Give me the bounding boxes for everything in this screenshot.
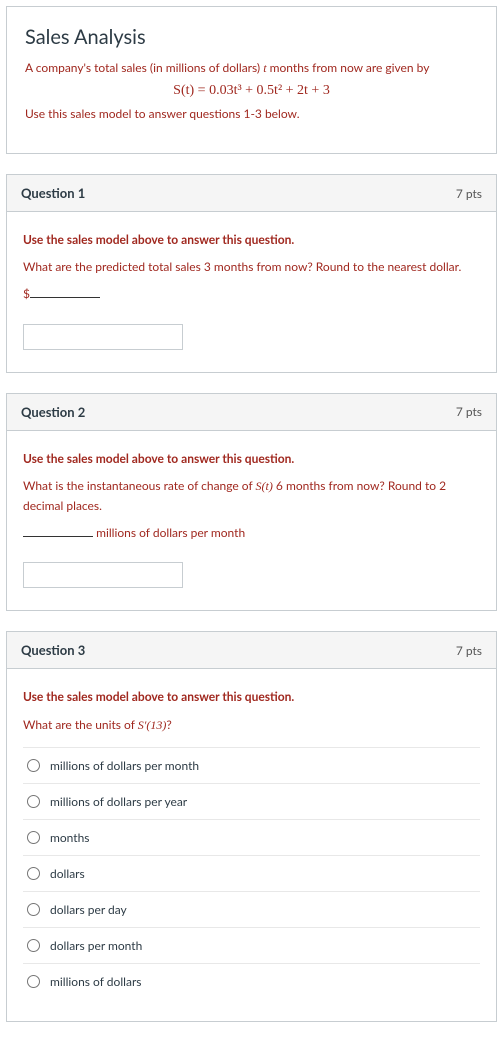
intro-title: Sales Analysis [25, 25, 478, 49]
question-2-blank-line: millions of dollars per month [23, 523, 480, 542]
option-row[interactable]: millions of dollars [23, 964, 480, 999]
question-1-blank-line: $ [23, 284, 480, 303]
intro-body: Sales Analysis A company's total sales (… [7, 7, 496, 153]
option-label: dollars per month [50, 938, 142, 953]
question-3-header: Question 3 7 pts [7, 632, 496, 669]
question-2-header: Question 2 7 pts [7, 394, 496, 431]
question-3-prompt-pre: What are the units of [23, 717, 138, 732]
intro-line1-post: months from now are given by [267, 60, 430, 75]
question-3-prompt: What are the units of S′(13)? [23, 715, 480, 735]
question-3-lead: Use the sales model above to answer this… [23, 687, 480, 706]
question-2-lead: Use the sales model above to answer this… [23, 449, 480, 468]
option-row[interactable]: dollars per day [23, 892, 480, 928]
question-2-answer-input[interactable] [23, 562, 183, 588]
question-1-body: Use the sales model above to answer this… [7, 212, 496, 372]
option-radio[interactable] [27, 975, 40, 988]
question-3-body: Use the sales model above to answer this… [7, 669, 496, 1020]
option-radio[interactable] [27, 831, 40, 844]
question-2-card: Question 2 7 pts Use the sales model abo… [6, 393, 497, 612]
question-1-card: Question 1 7 pts Use the sales model abo… [6, 174, 497, 373]
question-2-prompt: What is the instantaneous rate of change… [23, 476, 480, 515]
question-3-title: Question 3 [21, 642, 85, 658]
question-1-answer-input[interactable] [23, 324, 183, 350]
intro-card: Sales Analysis A company's total sales (… [6, 6, 497, 154]
option-row[interactable]: dollars [23, 856, 480, 892]
dollar-sign: $ [23, 286, 30, 301]
option-label: dollars per day [50, 902, 127, 917]
option-radio[interactable] [27, 795, 40, 808]
option-label: dollars [50, 866, 85, 881]
option-radio[interactable] [27, 903, 40, 916]
question-1-title: Question 1 [21, 185, 85, 201]
blank-underline [23, 536, 93, 537]
question-3-card: Question 3 7 pts Use the sales model abo… [6, 631, 497, 1021]
intro-formula: S(t) = 0.03t³ + 0.5t² + 2t + 3 [25, 83, 478, 99]
option-radio[interactable] [27, 867, 40, 880]
question-3-points: 7 pts [456, 643, 482, 658]
question-3-fn: S′(13) [138, 718, 167, 732]
question-2-fn: S(t) [256, 479, 273, 493]
question-2-unit: millions of dollars per month [93, 525, 245, 540]
question-1-header: Question 1 7 pts [7, 175, 496, 212]
option-label: months [50, 830, 89, 845]
option-label: millions of dollars [50, 974, 141, 989]
question-1-lead: Use the sales model above to answer this… [23, 230, 480, 249]
option-label: millions of dollars per month [50, 758, 199, 773]
intro-line1: A company's total sales (in millions of … [25, 59, 478, 77]
question-2-title: Question 2 [21, 404, 85, 420]
intro-line2: Use this sales model to answer questions… [25, 105, 478, 123]
question-3-prompt-post: ? [166, 717, 171, 732]
question-2-prompt-pre: What is the instantaneous rate of change… [23, 478, 256, 493]
option-row[interactable]: millions of dollars per month [23, 748, 480, 784]
question-3-options: millions of dollars per month millions o… [23, 747, 480, 999]
question-2-body: Use the sales model above to answer this… [7, 431, 496, 611]
option-label: millions of dollars per year [50, 794, 187, 809]
question-1-points: 7 pts [456, 186, 482, 201]
intro-line1-pre: A company's total sales (in millions of … [25, 60, 263, 75]
option-row[interactable]: months [23, 820, 480, 856]
option-radio[interactable] [27, 759, 40, 772]
option-radio[interactable] [27, 939, 40, 952]
option-row[interactable]: dollars per month [23, 928, 480, 964]
question-2-points: 7 pts [456, 404, 482, 419]
question-1-prompt: What are the predicted total sales 3 mon… [23, 257, 480, 276]
option-row[interactable]: millions of dollars per year [23, 784, 480, 820]
blank-underline [30, 297, 100, 298]
